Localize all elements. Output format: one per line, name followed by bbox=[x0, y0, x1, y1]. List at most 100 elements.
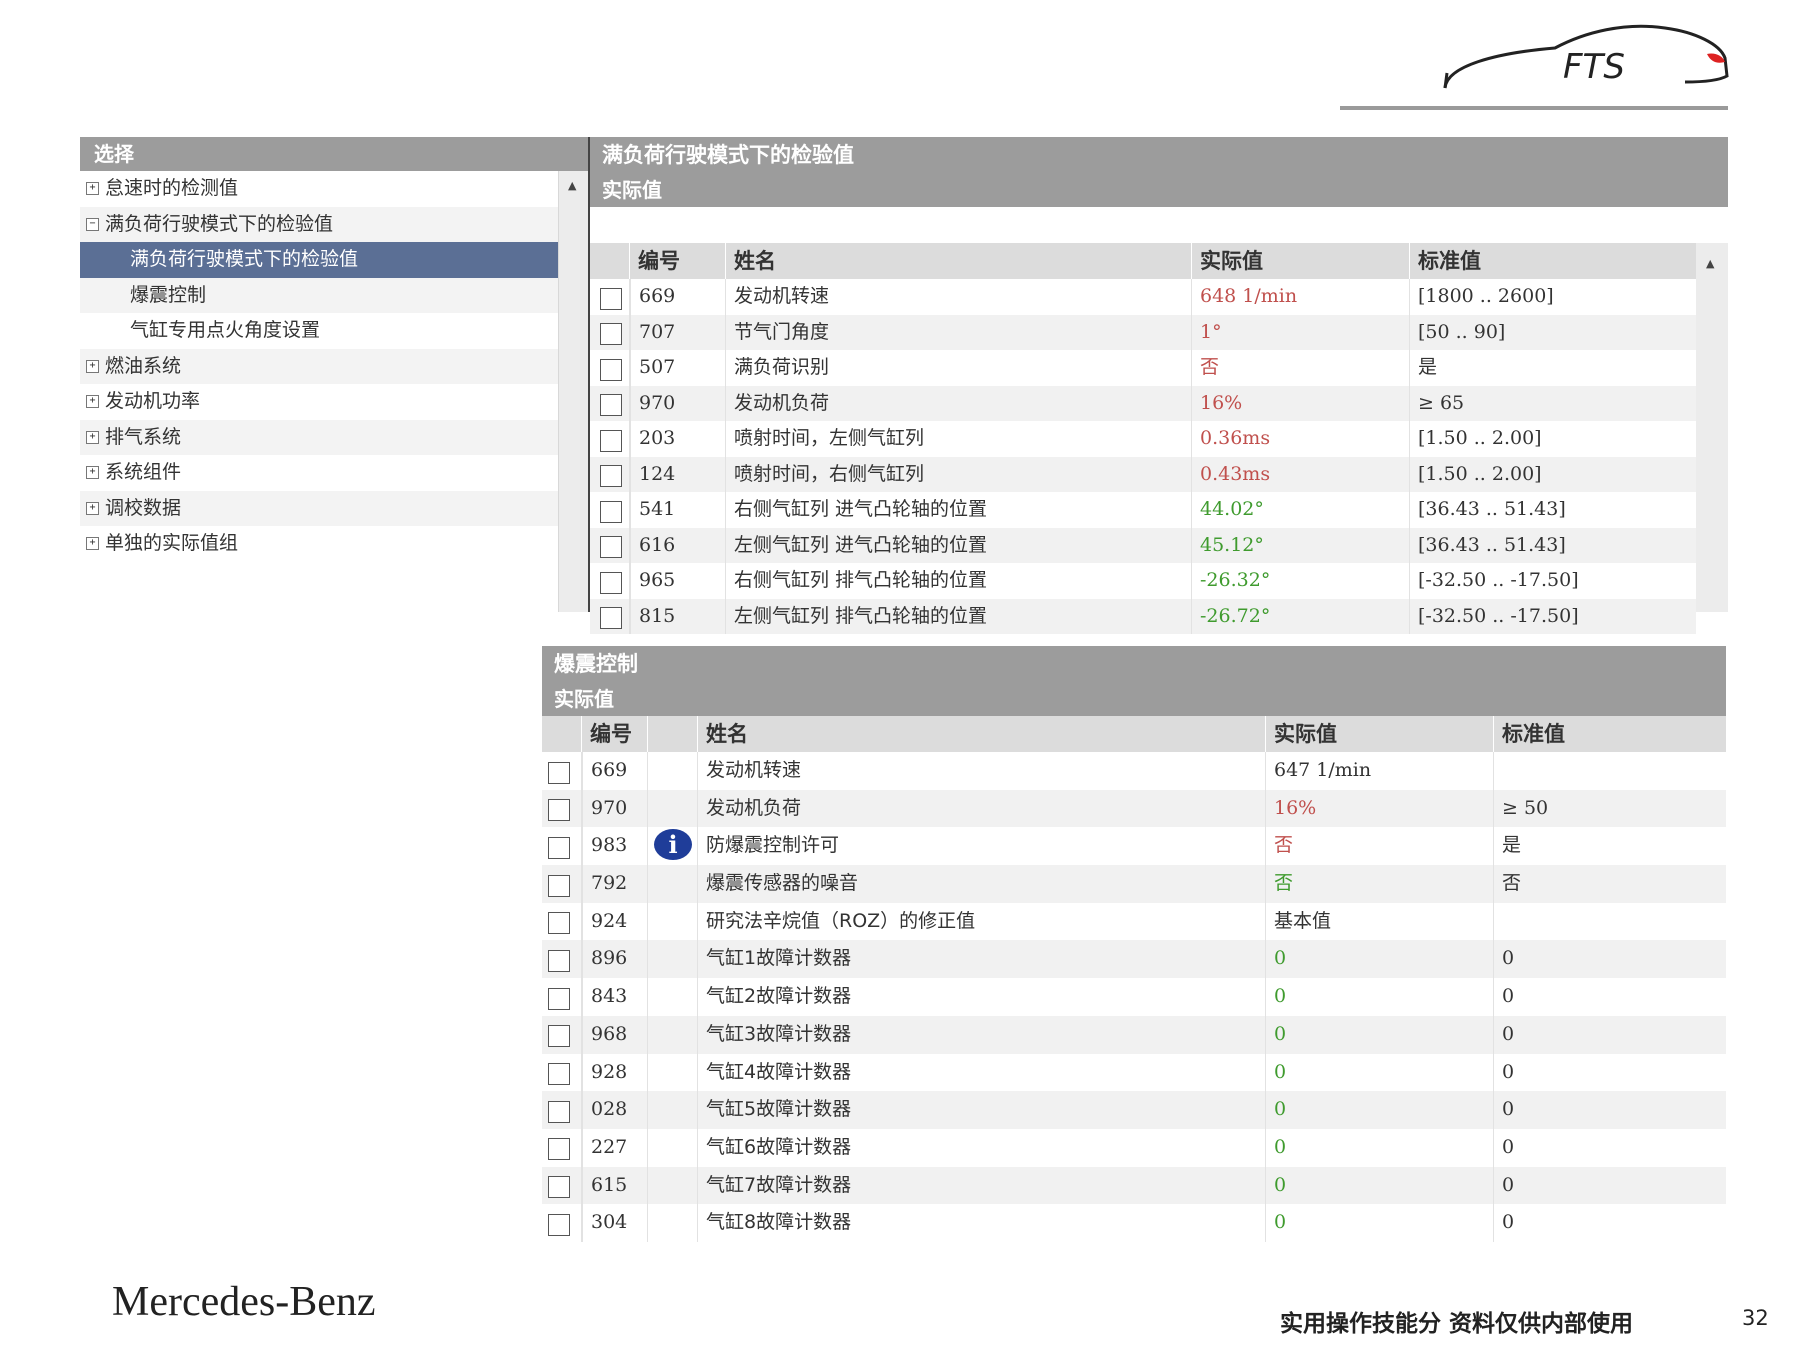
table-row[interactable]: 815 左侧气缸列 排气凸轮轴的位置 -26.72° [-32.50 .. -17.5… bbox=[590, 598, 1696, 634]
row-checkbox[interactable] bbox=[548, 1100, 570, 1123]
cell-standard: [1.50 .. 2.00] bbox=[1418, 462, 1542, 485]
col-header-id[interactable]: 编号 bbox=[630, 243, 726, 279]
tree-item[interactable]: + 燃油系统 bbox=[80, 348, 558, 384]
collapse-minus-icon[interactable]: − bbox=[86, 217, 99, 231]
tree-item-label: 排气系统 bbox=[105, 425, 182, 448]
expand-plus-icon[interactable]: + bbox=[86, 395, 99, 408]
expand-plus-icon[interactable]: + bbox=[86, 430, 99, 444]
row-checkbox[interactable] bbox=[548, 1025, 570, 1048]
table-row[interactable]: 304 气缸8故障计数器 0 0 bbox=[542, 1204, 1726, 1242]
table-row[interactable]: 707 节气门角度 1° [50 .. 90] bbox=[590, 314, 1696, 350]
info-icon[interactable]: i bbox=[654, 829, 692, 861]
table-row[interactable]: 970 发动机负荷 16% ≥ 65 bbox=[590, 385, 1696, 421]
row-checkbox[interactable] bbox=[548, 836, 570, 859]
expand-plus-icon[interactable]: + bbox=[86, 359, 99, 373]
table-row[interactable]: 227 气缸6故障计数器 0 0 bbox=[542, 1128, 1726, 1167]
expand-plus-icon[interactable]: + bbox=[86, 537, 99, 550]
cell-actual: 否 bbox=[1266, 827, 1494, 866]
cell-standard: 是 bbox=[1502, 834, 1522, 857]
table-row[interactable]: 616 左侧气缸列 进气凸轮轴的位置 45.12° [36.43 .. 51.43] bbox=[590, 527, 1696, 563]
panel1-scrollbar[interactable]: ▲ bbox=[1696, 243, 1728, 612]
scroll-up-arrow-icon[interactable]: ▲ bbox=[568, 179, 576, 192]
cell-id: 616 bbox=[630, 527, 726, 563]
row-checkbox[interactable] bbox=[600, 571, 622, 594]
info-cell bbox=[648, 978, 698, 1016]
row-checkbox[interactable] bbox=[548, 987, 570, 1010]
info-cell bbox=[648, 1053, 698, 1092]
table-row[interactable]: 970 发动机负荷 16% ≥ 50 bbox=[542, 789, 1726, 828]
table-row[interactable]: 507 满负荷识别否是 bbox=[590, 350, 1696, 386]
cell-actual: 否 bbox=[1266, 865, 1494, 903]
row-checkbox[interactable] bbox=[600, 536, 622, 558]
expand-plus-icon[interactable]: + bbox=[86, 501, 99, 515]
checkbox-cell bbox=[590, 527, 630, 563]
row-checkbox[interactable] bbox=[548, 799, 570, 822]
col-header-standard[interactable]: 标准值 bbox=[1410, 243, 1696, 279]
table-row[interactable]: 669 发动机转速 648 1/min [1800 .. 2600] bbox=[590, 279, 1696, 315]
row-checkbox[interactable] bbox=[548, 1176, 570, 1199]
row-checkbox[interactable] bbox=[600, 394, 622, 416]
table-row[interactable]: 615 气缸7故障计数器 0 0 bbox=[542, 1166, 1726, 1205]
row-checkbox[interactable] bbox=[548, 874, 570, 897]
row-checkbox[interactable] bbox=[600, 323, 622, 345]
tree-scrollbar[interactable]: ▲ bbox=[558, 171, 589, 612]
tree-item[interactable]: + 排气系统 bbox=[80, 419, 558, 455]
cell-name: 右侧气缸列 进气凸轮轴的位置 bbox=[726, 492, 1192, 528]
row-checkbox[interactable] bbox=[548, 761, 570, 784]
cell-id: 924 bbox=[582, 902, 648, 941]
info-cell: i bbox=[648, 827, 698, 866]
tree-item[interactable]: 爆震控制 bbox=[80, 277, 558, 313]
expand-plus-icon[interactable]: + bbox=[86, 466, 99, 479]
row-checkbox[interactable] bbox=[600, 429, 622, 452]
table-row[interactable]: 792 爆震传感器的噪音否否 bbox=[542, 865, 1726, 903]
table-row[interactable]: 541 右侧气缸列 进气凸轮轴的位置 44.02° [36.43 .. 51.43] bbox=[590, 492, 1696, 528]
col-header-name[interactable]: 姓名 bbox=[726, 243, 1192, 279]
cell-standard: [1800 .. 2600] bbox=[1418, 285, 1554, 307]
table-row[interactable]: 124 喷射时间，右侧气缸列 0.43ms [1.50 .. 2.00] bbox=[590, 456, 1696, 492]
row-checkbox[interactable] bbox=[548, 912, 570, 935]
tree-item[interactable]: + 调校数据 bbox=[80, 490, 558, 526]
cell-actual: 0 bbox=[1266, 978, 1494, 1016]
table-row[interactable]: 965 右侧气缸列 排气凸轮轴的位置 -26.32° [-32.50 .. -17.5… bbox=[590, 563, 1696, 599]
row-checkbox[interactable] bbox=[600, 358, 622, 381]
cell-actual: 44.02° bbox=[1192, 492, 1410, 528]
scroll-up-arrow-icon[interactable]: ▲ bbox=[1706, 257, 1714, 270]
row-checkbox[interactable] bbox=[548, 1138, 570, 1161]
col-header-standard[interactable]: 标准值 bbox=[1494, 716, 1726, 752]
table-row[interactable]: 928 气缸4故障计数器 0 0 bbox=[542, 1053, 1726, 1092]
table-row[interactable]: 203 喷射时间，左侧气缸列 0.36ms [1.50 .. 2.00] bbox=[590, 421, 1696, 457]
table-row[interactable]: 843 气缸2故障计数器 0 0 bbox=[542, 978, 1726, 1016]
row-checkbox[interactable] bbox=[548, 949, 570, 972]
col-header-actual[interactable]: 实际值 bbox=[1266, 716, 1494, 752]
cell-name: 气缸3故障计数器 bbox=[698, 1015, 1266, 1054]
cell-id: 983 bbox=[582, 827, 648, 866]
row-checkbox[interactable] bbox=[600, 500, 622, 523]
row-checkbox[interactable] bbox=[600, 607, 622, 629]
col-header-id[interactable]: 编号 bbox=[582, 716, 648, 752]
tree-item[interactable]: 气缸专用点火角度设置 bbox=[80, 313, 558, 349]
cell-name: 爆震传感器的噪音 bbox=[698, 865, 1266, 903]
expand-plus-icon[interactable]: + bbox=[86, 182, 99, 195]
table-row[interactable]: 968 气缸3故障计数器 0 0 bbox=[542, 1015, 1726, 1054]
tree-item[interactable]: + 系统组件 bbox=[80, 455, 558, 491]
tree-item[interactable]: 满负荷行驶模式下的检验值 bbox=[80, 242, 558, 278]
col-header-actual[interactable]: 实际值 bbox=[1192, 243, 1410, 279]
col-header-name[interactable]: 姓名 bbox=[698, 716, 1266, 752]
tree-item[interactable]: + 发动机功率 bbox=[80, 384, 558, 420]
table-row[interactable]: 924 研究法辛烷值（ROZ）的修正值 基本值 bbox=[542, 902, 1726, 941]
row-checkbox[interactable] bbox=[548, 1063, 570, 1085]
cell-standard: 0 bbox=[1502, 985, 1515, 1008]
cell-name: 防爆震控制许可 bbox=[698, 827, 1266, 866]
cell-actual: 0 bbox=[1266, 1166, 1494, 1205]
table-row[interactable]: 669 发动机转速 647 1/min bbox=[542, 752, 1726, 790]
row-checkbox[interactable] bbox=[600, 287, 622, 310]
row-checkbox[interactable] bbox=[600, 465, 622, 487]
tree-item[interactable]: + 怠速时的检测值 bbox=[80, 171, 558, 207]
table-row[interactable]: 028 气缸5故障计数器 0 0 bbox=[542, 1091, 1726, 1129]
table-row[interactable]: 983 i 防爆震控制许可否是 bbox=[542, 827, 1726, 866]
cell-id: 896 bbox=[582, 940, 648, 979]
tree-item[interactable]: + 单独的实际值组 bbox=[80, 526, 558, 562]
row-checkbox[interactable] bbox=[548, 1213, 570, 1236]
table-row[interactable]: 896 气缸1故障计数器 0 0 bbox=[542, 940, 1726, 979]
tree-item[interactable]: − 满负荷行驶模式下的检验值 bbox=[80, 206, 558, 242]
